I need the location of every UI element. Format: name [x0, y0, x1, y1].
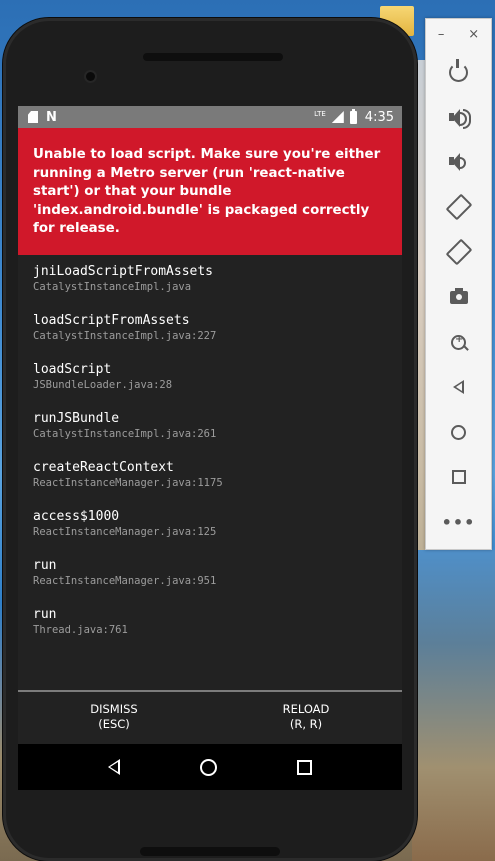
toolbar-overview-button[interactable] — [426, 462, 491, 492]
stack-frame[interactable]: run ReactInstanceManager.java:951 — [33, 557, 387, 589]
screenshot-button[interactable] — [426, 282, 491, 312]
phone-speaker-grille — [143, 53, 283, 61]
rotate-right-icon — [445, 238, 472, 266]
stack-frame-file: CatalystInstanceImpl.java:227 — [33, 329, 217, 342]
back-icon[interactable] — [108, 759, 120, 775]
reload-shortcut: (R, R) — [289, 717, 323, 731]
stack-frame[interactable]: runJSBundle CatalystInstanceImpl.java:26… — [33, 410, 387, 442]
sd-card-icon — [28, 111, 38, 123]
buttons-divider — [18, 690, 402, 692]
redbox-buttons: DISMISS (ESC) RELOAD (R, R) — [18, 702, 402, 742]
rotate-left-icon — [445, 193, 472, 221]
stack-frame-method: loadScriptFromAssets — [33, 312, 190, 328]
dismiss-shortcut: (ESC) — [98, 717, 130, 731]
more-icon: ••• — [441, 512, 476, 532]
close-button[interactable]: × — [468, 27, 479, 49]
stack-trace-list: jniLoadScriptFromAssets CatalystInstance… — [18, 255, 402, 638]
back-icon — [453, 380, 464, 394]
overview-icon — [451, 470, 466, 484]
power-icon — [449, 58, 468, 82]
volume-up-icon — [448, 109, 471, 129]
status-time: 4:35 — [364, 109, 394, 125]
stack-frame[interactable]: access$1000 ReactInstanceManager.java:12… — [33, 508, 387, 540]
network-type-label: LTE — [314, 110, 326, 118]
volume-up-button[interactable] — [426, 103, 491, 133]
stack-frame-file: JSBundleLoader.java:28 — [33, 378, 173, 391]
front-camera-icon — [86, 72, 95, 81]
stack-frame[interactable]: loadScriptFromAssets CatalystInstanceImp… — [33, 312, 387, 344]
redbox-error-message: Unable to load script. Make sure you're … — [18, 128, 402, 255]
stack-frame-file: ReactInstanceManager.java:125 — [33, 525, 217, 538]
stack-frame-file: Thread.java:761 — [33, 623, 128, 636]
toolbar-back-button[interactable] — [426, 372, 491, 402]
stack-frame-method: runJSBundle — [33, 410, 120, 426]
stack-frame-file: CatalystInstanceImpl.java — [33, 280, 192, 293]
stack-frame-method: createReactContext — [33, 459, 174, 475]
volume-down-icon — [448, 153, 469, 171]
stack-frame-file: ReactInstanceManager.java:951 — [33, 574, 217, 587]
zoom-button[interactable]: + — [426, 327, 491, 357]
recents-icon[interactable] — [297, 759, 312, 775]
power-button[interactable] — [426, 57, 491, 87]
battery-icon — [349, 108, 357, 124]
phone-screen: N LTE 4:35 Unable to load script. Make s… — [18, 106, 402, 790]
stack-frame-method: jniLoadScriptFromAssets — [33, 263, 214, 279]
signal-icon — [331, 111, 344, 123]
emulator-toolbar: – × + ••• — [425, 18, 492, 550]
stack-frame[interactable]: loadScript JSBundleLoader.java:28 — [33, 361, 387, 393]
stack-frame[interactable]: run Thread.java:761 — [33, 606, 387, 638]
camera-icon — [449, 287, 468, 304]
stack-frame-method: run — [33, 557, 57, 573]
toolbar-home-button[interactable] — [426, 417, 491, 447]
dismiss-button[interactable]: DISMISS (ESC) — [18, 702, 210, 742]
dismiss-label: DISMISS — [90, 702, 138, 716]
rotate-left-button[interactable] — [426, 192, 491, 222]
stack-frame-method: loadScript — [33, 361, 112, 377]
android-status-bar: N LTE 4:35 — [18, 106, 402, 128]
home-icon[interactable] — [200, 758, 217, 776]
stack-frame-method: run — [33, 606, 57, 622]
volume-down-button[interactable] — [426, 147, 491, 177]
stack-frame-file: ReactInstanceManager.java:1175 — [33, 476, 223, 489]
android-nav-bar — [18, 744, 402, 790]
stack-frame-method: access$1000 — [33, 508, 120, 524]
minimize-button[interactable]: – — [438, 27, 445, 49]
zoom-icon: + — [451, 334, 466, 350]
stack-frame[interactable]: createReactContext ReactInstanceManager.… — [33, 459, 387, 491]
reload-label: RELOAD — [282, 702, 330, 716]
stack-frame[interactable]: jniLoadScriptFromAssets CatalystInstance… — [33, 263, 387, 295]
rotate-right-button[interactable] — [426, 237, 491, 267]
reload-button[interactable]: RELOAD (R, R) — [210, 702, 402, 742]
desktop-wallpaper — [412, 550, 495, 861]
more-button[interactable]: ••• — [426, 507, 491, 537]
home-icon — [451, 424, 466, 440]
phone-bottom-grille — [140, 847, 280, 856]
nougat-notification-icon: N — [46, 109, 57, 125]
stack-frame-file: CatalystInstanceImpl.java:261 — [33, 427, 217, 440]
